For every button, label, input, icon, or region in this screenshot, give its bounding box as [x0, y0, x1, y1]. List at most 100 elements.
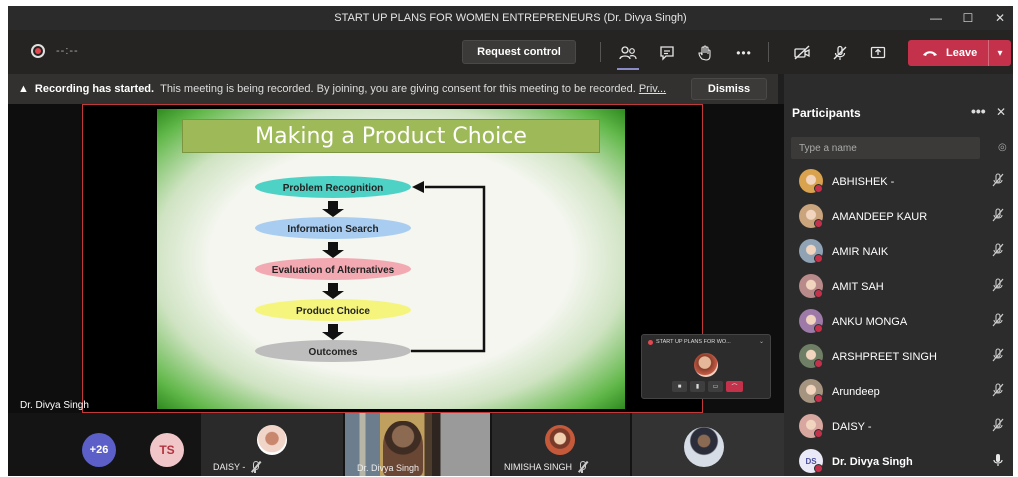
participant-name: AMIT SAH	[832, 280, 884, 293]
privacy-link[interactable]: Priv...	[639, 83, 666, 95]
avatar	[684, 427, 724, 467]
mic-off-icon	[992, 348, 1004, 365]
close-window-button[interactable]: ✕	[993, 11, 1007, 25]
video-tile[interactable]	[632, 413, 784, 476]
participants-panel: Participants ••• ✕ Type a name ◎ ABHISHE…	[784, 74, 1013, 476]
maximize-button[interactable]: ☐	[961, 11, 975, 25]
toolbar-divider	[768, 42, 769, 62]
participant-row[interactable]: ARSHPREET SINGH	[784, 339, 1013, 374]
visibility-icon[interactable]: ◎	[998, 142, 1007, 153]
mic-off-icon	[992, 313, 1004, 330]
tile-name: Dr. Divya Singh	[357, 463, 420, 473]
overflow-participants-button[interactable]: +26	[82, 433, 116, 467]
more-actions-button[interactable]: •••	[733, 42, 755, 64]
flow-step-label: Evaluation of Alternatives	[272, 265, 395, 276]
video-tile[interactable]: NIMISHA SINGH	[492, 413, 630, 476]
minimize-button[interactable]: —	[929, 11, 943, 25]
toolbar-divider	[600, 42, 601, 62]
banner-message: This meeting is being recorded. By joini…	[160, 83, 636, 95]
presence-badge	[814, 359, 823, 368]
banner-heading: Recording has started.	[34, 83, 155, 95]
mic-off-icon	[992, 208, 1004, 225]
presence-badge	[814, 394, 823, 403]
title-bar: START UP PLANS FOR WOMEN ENTREPRENEURS (…	[8, 6, 1013, 30]
presence-badge	[814, 429, 823, 438]
panel-close-button[interactable]: ✕	[996, 105, 1006, 119]
feedback-arrowhead	[412, 181, 424, 193]
participant-name: Dr. Divya Singh	[832, 455, 913, 468]
camera-off-icon	[794, 45, 810, 60]
leave-button[interactable]: Leave ▾	[908, 40, 1011, 66]
participant-name: AMIR NAIK	[832, 245, 889, 258]
flow-step: Information Search	[255, 217, 411, 239]
presenter-name: Dr. Divya Singh	[20, 400, 89, 411]
mini-call-window[interactable]: START UP PLANS FOR WO... ⌄ ■ ▮ ▭ ⌒	[641, 334, 771, 399]
camera-toggle-button[interactable]	[791, 42, 813, 64]
meeting-stage: Making a Product Choice Problem Recognit…	[8, 104, 784, 413]
flow-step: Problem Recognition	[255, 176, 411, 198]
participants-toggle-button[interactable]	[617, 42, 639, 70]
screen-share-frame: Making a Product Choice Problem Recognit…	[82, 104, 771, 413]
recording-dot-icon	[648, 339, 653, 345]
share-tray-icon	[870, 46, 886, 59]
video-tile[interactable]: DAISY -	[201, 413, 343, 476]
mic-off-icon	[992, 243, 1004, 260]
dismiss-button[interactable]: Dismiss	[691, 78, 767, 100]
mic-off-icon	[992, 383, 1004, 400]
mini-mic-icon[interactable]: ▮	[690, 381, 705, 392]
participant-row[interactable]: ANKU MONGA	[784, 304, 1013, 339]
participant-name: DAISY -	[832, 420, 872, 433]
participant-search-input[interactable]: Type a name	[791, 137, 980, 159]
teams-window: START UP PLANS FOR WOMEN ENTREPRENEURS (…	[8, 6, 1013, 476]
flow-step-label: Information Search	[287, 224, 378, 235]
leave-label: Leave	[946, 47, 978, 59]
flow-step: Outcomes	[255, 340, 411, 362]
video-tile-active[interactable]: Dr. Divya Singh	[345, 413, 490, 476]
flow-step: Product Choice	[255, 299, 411, 321]
mini-expand-icon[interactable]: ⌄	[759, 338, 764, 345]
mic-off-icon	[992, 278, 1004, 295]
mini-hang-up-icon[interactable]: ⌒	[726, 381, 743, 392]
avatar[interactable]: TS	[150, 433, 184, 467]
participant-row[interactable]: Arundeep	[784, 374, 1013, 409]
flow-arrow	[322, 242, 344, 258]
chat-button[interactable]	[656, 42, 678, 64]
feedback-loop-line	[411, 185, 486, 353]
flow-arrow	[322, 201, 344, 217]
presence-badge	[814, 254, 823, 263]
people-icon	[619, 46, 637, 60]
participant-row[interactable]: AMIR NAIK	[784, 234, 1013, 269]
call-toolbar: --:-- Request control ••• Leave ▾	[8, 30, 1013, 74]
mic-off-icon	[992, 418, 1004, 435]
participant-name: Arundeep	[832, 385, 880, 398]
mini-share-icon[interactable]: ▭	[708, 381, 723, 392]
participant-row[interactable]: DAISY -	[784, 409, 1013, 444]
share-screen-button[interactable]	[867, 42, 889, 64]
participant-row[interactable]: DS Dr. Divya Singh	[784, 444, 1013, 476]
avatar	[545, 425, 575, 455]
participant-row[interactable]: ABHISHEK -	[784, 164, 1013, 199]
warning-icon: ▲	[18, 83, 29, 95]
participant-name: ANKU MONGA	[832, 315, 908, 328]
participant-name: ARSHPREET SINGH	[832, 350, 937, 363]
mic-toggle-button[interactable]	[829, 42, 851, 64]
participant-row[interactable]: AMANDEEP KAUR	[784, 199, 1013, 234]
mini-camera-icon[interactable]: ■	[672, 381, 687, 392]
window-title: START UP PLANS FOR WOMEN ENTREPRENEURS (…	[334, 12, 687, 24]
leave-options-chevron-icon[interactable]: ▾	[988, 40, 1011, 66]
panel-more-button[interactable]: •••	[971, 103, 986, 119]
request-control-button[interactable]: Request control	[462, 40, 576, 64]
hand-icon	[698, 45, 711, 61]
window-controls: — ☐ ✕	[929, 6, 1007, 30]
mini-avatar	[694, 353, 718, 377]
flow-step-label: Product Choice	[296, 306, 370, 317]
chat-icon	[660, 46, 674, 61]
participant-row[interactable]: AMIT SAH	[784, 269, 1013, 304]
raise-hand-button[interactable]	[694, 42, 716, 64]
recording-banner: ▲ Recording has started. This meeting is…	[8, 74, 778, 104]
presence-badge	[814, 324, 823, 333]
participant-strip: +26 TS DAISY - Dr. Divya Singh NIMISHA S…	[8, 413, 784, 476]
leave-main-action[interactable]: Leave	[908, 47, 988, 59]
avatar	[257, 425, 287, 455]
presence-badge	[814, 219, 823, 228]
